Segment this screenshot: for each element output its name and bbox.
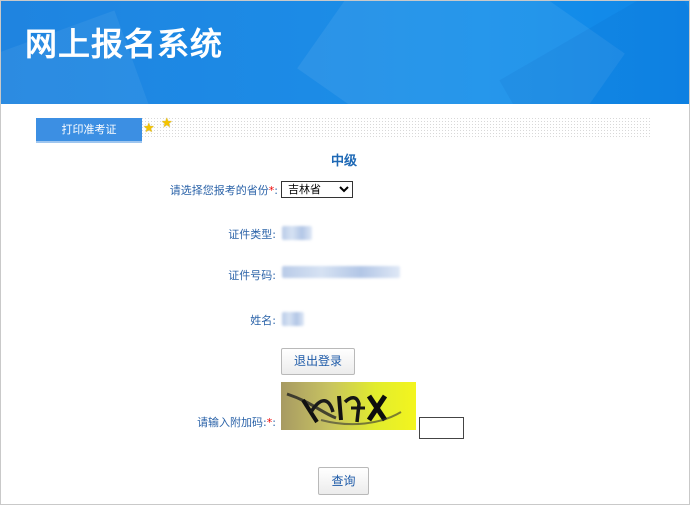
captcha-input[interactable] [419, 417, 464, 439]
site-title: 网上报名系统 [25, 25, 224, 63]
exam-level-title: 中级 [330, 154, 357, 169]
id-number-value-redacted [282, 266, 400, 278]
name-label: 姓名: [250, 314, 276, 327]
captcha-label: 请输入附加码:*: [197, 416, 276, 429]
logout-button[interactable]: 退出登录 [281, 348, 355, 375]
tab-print-admission[interactable]: 打印准考证 [36, 118, 142, 143]
id-number-label: 证件号码: [228, 269, 276, 282]
header-banner: 网上报名系统 [1, 1, 689, 104]
star-icon: ★ [161, 116, 173, 131]
captcha-image[interactable] [281, 382, 416, 430]
star-icon: ★ [143, 121, 155, 136]
province-select[interactable]: 吉林省 [281, 181, 353, 198]
query-button[interactable]: 查询 [318, 467, 369, 495]
id-type-label: 证件类型: [228, 228, 276, 241]
province-label: 请选择您报考的省份*: [169, 184, 278, 197]
name-value-redacted [282, 312, 304, 326]
id-type-value-redacted [282, 226, 312, 240]
